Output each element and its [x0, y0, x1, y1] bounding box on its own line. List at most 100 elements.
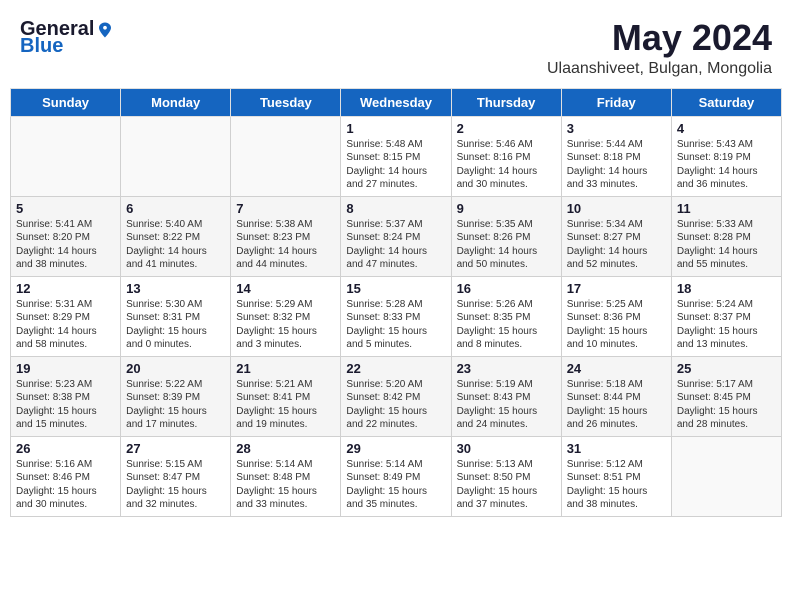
calendar-cell: 13 Sunrise: 5:30 AM Sunset: 8:31 PM Dayli… — [121, 276, 231, 356]
day-info: Sunrise: 5:30 AM Sunset: 8:31 PM Dayligh… — [126, 298, 225, 352]
calendar-cell: 12 Sunrise: 5:31 AM Sunset: 8:29 PM Dayli… — [11, 276, 121, 356]
day-number: 9 — [457, 201, 556, 216]
day-number: 6 — [126, 201, 225, 216]
day-info: Sunrise: 5:19 AM Sunset: 8:43 PM Dayligh… — [457, 378, 556, 432]
day-info: Sunrise: 5:22 AM Sunset: 8:39 PM Dayligh… — [126, 378, 225, 432]
calendar-cell: 14 Sunrise: 5:29 AM Sunset: 8:32 PM Dayli… — [231, 276, 341, 356]
day-number: 24 — [567, 361, 666, 376]
day-number: 4 — [677, 121, 776, 136]
day-number: 28 — [236, 441, 335, 456]
calendar-cell: 18Sunrise: 5:24 AM Sunset: 8:37 PM Dayli… — [671, 276, 781, 356]
calendar-cell: 19 Sunrise: 5:23 AM Sunset: 8:38 PM Dayli… — [11, 356, 121, 436]
calendar-cell: 28 Sunrise: 5:14 AM Sunset: 8:48 PM Dayli… — [231, 436, 341, 516]
day-info: Sunrise: 5:14 AM Sunset: 8:49 PM Dayligh… — [346, 458, 445, 512]
calendar-cell — [671, 436, 781, 516]
calendar-cell: 5 Sunrise: 5:41 AM Sunset: 8:20 PM Daylig… — [11, 196, 121, 276]
day-number: 30 — [457, 441, 556, 456]
calendar-cell: 3Sunrise: 5:44 AM Sunset: 8:18 PM Daylig… — [561, 116, 671, 196]
calendar-cell: 4 Sunrise: 5:43 AM Sunset: 8:19 PM Daylig… — [671, 116, 781, 196]
day-info: Sunrise: 5:29 AM Sunset: 8:32 PM Dayligh… — [236, 298, 335, 352]
calendar-table: Sunday Monday Tuesday Wednesday Thursday… — [10, 88, 782, 517]
logo-blue-text: Blue — [20, 35, 63, 58]
calendar-cell: 8 Sunrise: 5:37 AM Sunset: 8:24 PM Daylig… — [341, 196, 451, 276]
day-number: 10 — [567, 201, 666, 216]
calendar-cell: 15 Sunrise: 5:28 AM Sunset: 8:33 PM Dayli… — [341, 276, 451, 356]
header: General Blue May 2024 Ulaanshiveet, Bulg… — [10, 10, 782, 84]
calendar-week-1: 1Sunrise: 5:48 AM Sunset: 8:15 PM Daylig… — [11, 116, 782, 196]
day-number: 16 — [457, 281, 556, 296]
day-info: Sunrise: 5:37 AM Sunset: 8:24 PM Dayligh… — [346, 218, 445, 272]
calendar-cell: 30Sunrise: 5:13 AM Sunset: 8:50 PM Dayli… — [451, 436, 561, 516]
day-number: 19 — [16, 361, 115, 376]
col-friday: Friday — [561, 88, 671, 116]
day-number: 17 — [567, 281, 666, 296]
calendar-week-3: 12 Sunrise: 5:31 AM Sunset: 8:29 PM Dayli… — [11, 276, 782, 356]
day-number: 8 — [346, 201, 445, 216]
day-info: Sunrise: 5:34 AM Sunset: 8:27 PM Dayligh… — [567, 218, 666, 272]
day-number: 3 — [567, 121, 666, 136]
calendar-week-4: 19 Sunrise: 5:23 AM Sunset: 8:38 PM Dayli… — [11, 356, 782, 436]
day-info: Sunrise: 5:12 AM Sunset: 8:51 PM Dayligh… — [567, 458, 666, 512]
calendar-cell: 24Sunrise: 5:18 AM Sunset: 8:44 PM Dayli… — [561, 356, 671, 436]
day-number: 14 — [236, 281, 335, 296]
day-number: 7 — [236, 201, 335, 216]
day-info: Sunrise: 5:17 AM Sunset: 8:45 PM Dayligh… — [677, 378, 776, 432]
day-number: 31 — [567, 441, 666, 456]
day-number: 2 — [457, 121, 556, 136]
col-saturday: Saturday — [671, 88, 781, 116]
day-info: Sunrise: 5:33 AM Sunset: 8:28 PM Dayligh… — [677, 218, 776, 272]
calendar-cell: 27 Sunrise: 5:15 AM Sunset: 8:47 PM Dayli… — [121, 436, 231, 516]
day-info: Sunrise: 5:23 AM Sunset: 8:38 PM Dayligh… — [16, 378, 115, 432]
day-info: Sunrise: 5:21 AM Sunset: 8:41 PM Dayligh… — [236, 378, 335, 432]
col-monday: Monday — [121, 88, 231, 116]
day-info: Sunrise: 5:43 AM Sunset: 8:19 PM Dayligh… — [677, 138, 776, 192]
calendar-cell: 1Sunrise: 5:48 AM Sunset: 8:15 PM Daylig… — [341, 116, 451, 196]
day-number: 12 — [16, 281, 115, 296]
calendar-cell: 17 Sunrise: 5:25 AM Sunset: 8:36 PM Dayli… — [561, 276, 671, 356]
col-wednesday: Wednesday — [341, 88, 451, 116]
day-number: 1 — [346, 121, 445, 136]
calendar-cell — [231, 116, 341, 196]
calendar-week-5: 26 Sunrise: 5:16 AM Sunset: 8:46 PM Dayli… — [11, 436, 782, 516]
calendar-cell: 9Sunrise: 5:35 AM Sunset: 8:26 PM Daylig… — [451, 196, 561, 276]
day-info: Sunrise: 5:31 AM Sunset: 8:29 PM Dayligh… — [16, 298, 115, 352]
main-title: May 2024 — [547, 18, 772, 58]
day-number: 22 — [346, 361, 445, 376]
calendar-cell: 20 Sunrise: 5:22 AM Sunset: 8:39 PM Dayli… — [121, 356, 231, 436]
calendar-cell — [11, 116, 121, 196]
day-number: 5 — [16, 201, 115, 216]
calendar-cell: 25Sunrise: 5:17 AM Sunset: 8:45 PM Dayli… — [671, 356, 781, 436]
day-info: Sunrise: 5:41 AM Sunset: 8:20 PM Dayligh… — [16, 218, 115, 272]
day-info: Sunrise: 5:14 AM Sunset: 8:48 PM Dayligh… — [236, 458, 335, 512]
day-number: 26 — [16, 441, 115, 456]
calendar-cell: 7 Sunrise: 5:38 AM Sunset: 8:23 PM Daylig… — [231, 196, 341, 276]
subtitle: Ulaanshiveet, Bulgan, Mongolia — [547, 60, 772, 78]
day-info: Sunrise: 5:26 AM Sunset: 8:35 PM Dayligh… — [457, 298, 556, 352]
day-info: Sunrise: 5:15 AM Sunset: 8:47 PM Dayligh… — [126, 458, 225, 512]
day-number: 18 — [677, 281, 776, 296]
calendar-cell: 26 Sunrise: 5:16 AM Sunset: 8:46 PM Dayli… — [11, 436, 121, 516]
day-number: 11 — [677, 201, 776, 216]
calendar-cell: 22Sunrise: 5:20 AM Sunset: 8:42 PM Dayli… — [341, 356, 451, 436]
calendar-cell: 31 Sunrise: 5:12 AM Sunset: 8:51 PM Dayli… — [561, 436, 671, 516]
logo: General Blue — [20, 18, 114, 58]
day-number: 29 — [346, 441, 445, 456]
calendar-cell: 23Sunrise: 5:19 AM Sunset: 8:43 PM Dayli… — [451, 356, 561, 436]
calendar-cell: 2Sunrise: 5:46 AM Sunset: 8:16 PM Daylig… — [451, 116, 561, 196]
calendar-header-row: Sunday Monday Tuesday Wednesday Thursday… — [11, 88, 782, 116]
day-number: 13 — [126, 281, 225, 296]
logo-icon — [96, 21, 114, 39]
calendar-cell: 6Sunrise: 5:40 AM Sunset: 8:22 PM Daylig… — [121, 196, 231, 276]
calendar-cell: 21Sunrise: 5:21 AM Sunset: 8:41 PM Dayli… — [231, 356, 341, 436]
calendar-cell — [121, 116, 231, 196]
day-info: Sunrise: 5:28 AM Sunset: 8:33 PM Dayligh… — [346, 298, 445, 352]
calendar-cell: 16 Sunrise: 5:26 AM Sunset: 8:35 PM Dayli… — [451, 276, 561, 356]
day-number: 27 — [126, 441, 225, 456]
day-info: Sunrise: 5:38 AM Sunset: 8:23 PM Dayligh… — [236, 218, 335, 272]
day-number: 15 — [346, 281, 445, 296]
day-number: 20 — [126, 361, 225, 376]
day-info: Sunrise: 5:25 AM Sunset: 8:36 PM Dayligh… — [567, 298, 666, 352]
calendar-cell: 11 Sunrise: 5:33 AM Sunset: 8:28 PM Dayli… — [671, 196, 781, 276]
day-info: Sunrise: 5:16 AM Sunset: 8:46 PM Dayligh… — [16, 458, 115, 512]
col-sunday: Sunday — [11, 88, 121, 116]
